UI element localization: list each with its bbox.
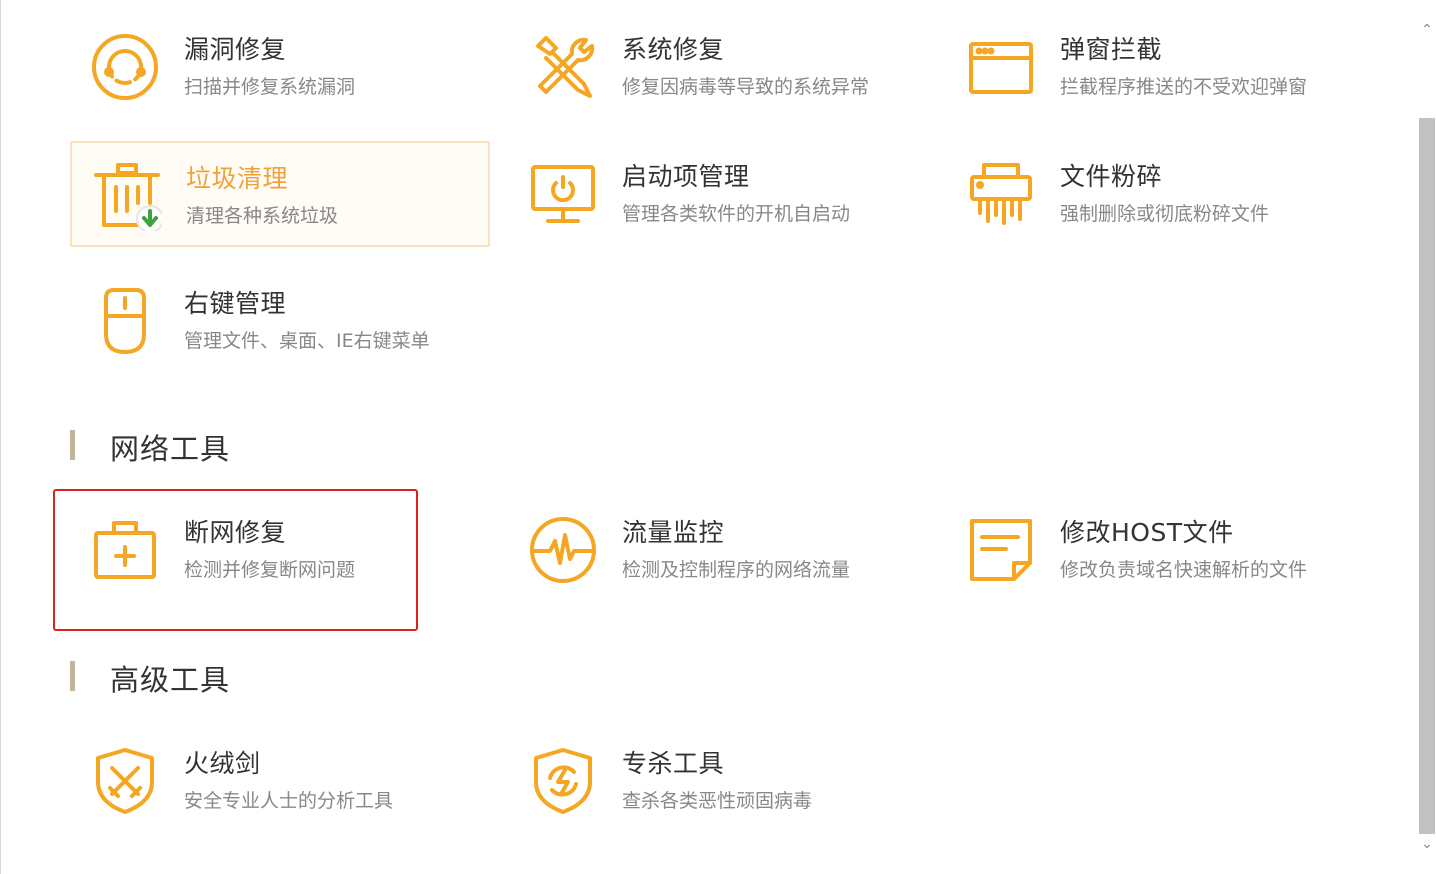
vertical-scrollbar[interactable]: ⌃ ⌄ (1418, 0, 1436, 874)
tool-title: 流量监控 (622, 518, 725, 547)
popup-window-icon (966, 32, 1036, 102)
vulnerability-repair-icon (90, 32, 160, 102)
tool-huorong-sword[interactable]: 火绒剑 安全专业人士的分析工具 (70, 728, 490, 834)
tool-desc: 管理各类软件的开机自启动 (622, 203, 851, 225)
tool-special-removal[interactable]: 专杀工具 查杀各类恶性顽固病毒 (508, 728, 928, 834)
scroll-down-arrow-icon[interactable]: ⌄ (1418, 834, 1436, 854)
tool-edit-host-file[interactable]: 修改HOST文件 修改负责域名快速解析的文件 (946, 497, 1366, 603)
tool-startup-manager[interactable]: 启动项管理 管理各类软件的开机自启动 (508, 141, 928, 247)
tool-file-shredder[interactable]: 文件粉碎 强制删除或彻底粉碎文件 (946, 141, 1366, 247)
section-bar (70, 661, 75, 691)
tool-desc: 强制删除或彻底粉碎文件 (1060, 203, 1270, 225)
tool-traffic-monitor[interactable]: 流量监控 检测及控制程序的网络流量 (508, 497, 928, 603)
tool-system-repair[interactable]: 系统修复 修复因病毒等导致的系统异常 (508, 14, 928, 120)
tool-title: 弹窗拦截 (1060, 35, 1163, 64)
tool-desc: 修改负责域名快速解析的文件 (1060, 559, 1308, 581)
tool-desc: 检测并修复断网问题 (184, 559, 356, 581)
trash-download-icon (92, 161, 162, 231)
tool-desc: 管理文件、桌面、IE右键菜单 (184, 330, 430, 352)
mouse-icon (90, 286, 160, 356)
tool-title: 断网修复 (184, 518, 287, 547)
section-title: 网络工具 (110, 432, 231, 466)
tool-title: 垃圾清理 (186, 164, 289, 193)
document-edit-icon (966, 515, 1036, 585)
tool-title: 漏洞修复 (184, 35, 287, 64)
shield-swords-icon (90, 746, 160, 816)
scrollbar-thumb[interactable] (1419, 118, 1435, 834)
tool-title: 启动项管理 (622, 162, 750, 191)
tool-context-menu-manager[interactable]: 右键管理 管理文件、桌面、IE右键菜单 (70, 268, 490, 374)
tool-desc: 拦截程序推送的不受欢迎弹窗 (1060, 76, 1308, 98)
tool-popup-block[interactable]: 弹窗拦截 拦截程序推送的不受欢迎弹窗 (946, 14, 1366, 120)
tool-network-repair[interactable]: 断网修复 检测并修复断网问题 (70, 497, 490, 603)
wrench-screwdriver-icon (528, 32, 598, 102)
tool-vulnerability-repair[interactable]: 漏洞修复 扫描并修复系统漏洞 (70, 14, 490, 120)
section-bar (70, 430, 75, 460)
tool-desc: 安全专业人士的分析工具 (184, 790, 394, 812)
traffic-monitor-icon (528, 515, 598, 585)
monitor-power-icon (528, 159, 598, 229)
shredder-icon (966, 159, 1036, 229)
scroll-up-arrow-icon[interactable]: ⌃ (1418, 20, 1436, 40)
tool-junk-cleanup[interactable]: 垃圾清理 清理各种系统垃圾 (70, 141, 490, 247)
tool-desc: 查杀各类恶性顽固病毒 (622, 790, 813, 812)
tool-title: 右键管理 (184, 289, 287, 318)
tool-title: 系统修复 (622, 35, 725, 64)
left-border (0, 0, 1, 874)
tool-desc: 清理各种系统垃圾 (186, 205, 339, 227)
tool-title: 修改HOST文件 (1060, 518, 1234, 547)
section-title: 高级工具 (110, 663, 231, 697)
tool-title: 火绒剑 (184, 749, 261, 778)
tool-desc: 扫描并修复系统漏洞 (184, 76, 356, 98)
tool-title: 文件粉碎 (1060, 162, 1163, 191)
tool-desc: 修复因病毒等导致的系统异常 (622, 76, 870, 98)
tool-desc: 检测及控制程序的网络流量 (622, 559, 851, 581)
tool-title: 专杀工具 (622, 749, 725, 778)
first-aid-kit-icon (90, 515, 160, 585)
shield-lightning-icon (528, 746, 598, 816)
